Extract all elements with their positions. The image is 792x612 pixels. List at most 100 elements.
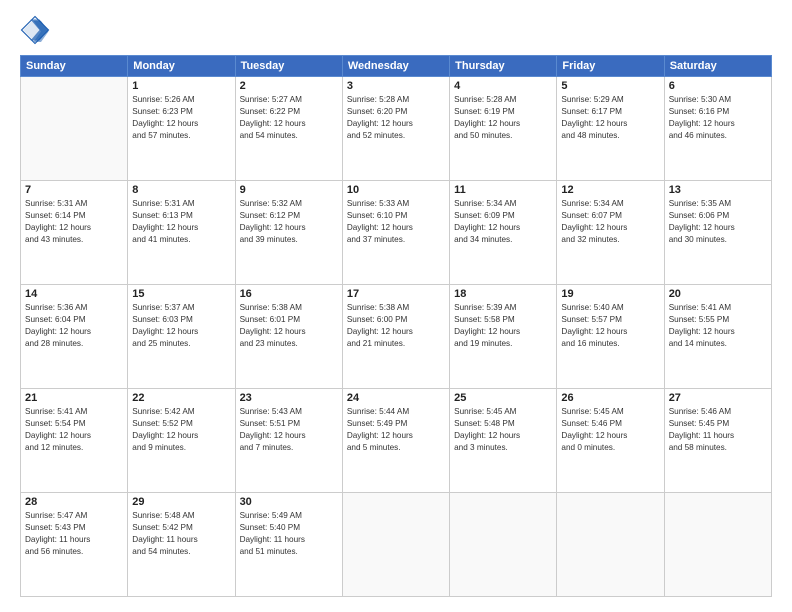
calendar-header-row: SundayMondayTuesdayWednesdayThursdayFrid… bbox=[21, 56, 772, 77]
calendar-cell: 14 Sunrise: 5:36 AMSunset: 6:04 PMDayligh… bbox=[21, 285, 128, 389]
day-number: 19 bbox=[561, 288, 659, 300]
day-info: Sunrise: 5:26 AMSunset: 6:23 PMDaylight:… bbox=[132, 94, 230, 142]
calendar-cell: 16 Sunrise: 5:38 AMSunset: 6:01 PMDayligh… bbox=[235, 285, 342, 389]
calendar-cell: 13 Sunrise: 5:35 AMSunset: 6:06 PMDayligh… bbox=[664, 181, 771, 285]
calendar-cell: 2 Sunrise: 5:27 AMSunset: 6:22 PMDaylight… bbox=[235, 77, 342, 181]
day-info: Sunrise: 5:44 AMSunset: 5:49 PMDaylight:… bbox=[347, 406, 445, 454]
day-info: Sunrise: 5:47 AMSunset: 5:43 PMDaylight:… bbox=[25, 510, 123, 558]
calendar-cell bbox=[342, 493, 449, 597]
calendar-cell: 5 Sunrise: 5:29 AMSunset: 6:17 PMDaylight… bbox=[557, 77, 664, 181]
calendar-cell: 9Sunrise: 5:32 AMSunset: 6:12 PMDaylight… bbox=[235, 181, 342, 285]
day-number: 18 bbox=[454, 288, 552, 300]
day-number: 21 bbox=[25, 392, 123, 404]
day-number: 14 bbox=[25, 288, 123, 300]
day-info: Sunrise: 5:45 AMSunset: 5:48 PMDaylight:… bbox=[454, 406, 552, 454]
day-info: Sunrise: 5:41 AMSunset: 5:55 PMDaylight:… bbox=[669, 302, 767, 350]
calendar-cell: 6 Sunrise: 5:30 AMSunset: 6:16 PMDaylight… bbox=[664, 77, 771, 181]
calendar-cell: 12 Sunrise: 5:34 AMSunset: 6:07 PMDayligh… bbox=[557, 181, 664, 285]
day-info: Sunrise: 5:37 AMSunset: 6:03 PMDaylight:… bbox=[132, 302, 230, 350]
calendar-cell: 24Sunrise: 5:44 AMSunset: 5:49 PMDayligh… bbox=[342, 389, 449, 493]
day-info: Sunrise: 5:38 AMSunset: 6:00 PMDaylight:… bbox=[347, 302, 445, 350]
day-number: 20 bbox=[669, 288, 767, 300]
calendar-cell: 29 Sunrise: 5:48 AMSunset: 5:42 PMDayligh… bbox=[128, 493, 235, 597]
day-info: Sunrise: 5:28 AMSunset: 6:20 PMDaylight:… bbox=[347, 94, 445, 142]
day-info: Sunrise: 5:30 AMSunset: 6:16 PMDaylight:… bbox=[669, 94, 767, 142]
calendar-cell: 7 Sunrise: 5:31 AMSunset: 6:14 PMDaylight… bbox=[21, 181, 128, 285]
calendar-week-row: 1Sunrise: 5:26 AMSunset: 6:23 PMDaylight… bbox=[21, 77, 772, 181]
day-info: Sunrise: 5:39 AMSunset: 5:58 PMDaylight:… bbox=[454, 302, 552, 350]
day-number: 16 bbox=[240, 288, 338, 300]
calendar-cell: 18 Sunrise: 5:39 AMSunset: 5:58 PMDayligh… bbox=[450, 285, 557, 389]
calendar-week-row: 7 Sunrise: 5:31 AMSunset: 6:14 PMDaylight… bbox=[21, 181, 772, 285]
calendar-cell: 11 Sunrise: 5:34 AMSunset: 6:09 PMDayligh… bbox=[450, 181, 557, 285]
day-number: 22 bbox=[132, 392, 230, 404]
calendar-cell bbox=[450, 493, 557, 597]
day-info: Sunrise: 5:34 AMSunset: 6:07 PMDaylight:… bbox=[561, 198, 659, 246]
day-info: Sunrise: 5:34 AMSunset: 6:09 PMDaylight:… bbox=[454, 198, 552, 246]
day-info: Sunrise: 5:32 AMSunset: 6:12 PMDaylight:… bbox=[240, 198, 338, 246]
calendar-header-thursday: Thursday bbox=[450, 56, 557, 77]
day-info: Sunrise: 5:29 AMSunset: 6:17 PMDaylight:… bbox=[561, 94, 659, 142]
day-number: 29 bbox=[132, 496, 230, 508]
day-number: 12 bbox=[561, 184, 659, 196]
day-number: 27 bbox=[669, 392, 767, 404]
calendar-header-tuesday: Tuesday bbox=[235, 56, 342, 77]
day-info: Sunrise: 5:38 AMSunset: 6:01 PMDaylight:… bbox=[240, 302, 338, 350]
day-info: Sunrise: 5:27 AMSunset: 6:22 PMDaylight:… bbox=[240, 94, 338, 142]
calendar-cell: 15 Sunrise: 5:37 AMSunset: 6:03 PMDayligh… bbox=[128, 285, 235, 389]
day-number: 15 bbox=[132, 288, 230, 300]
calendar-week-row: 14 Sunrise: 5:36 AMSunset: 6:04 PMDayligh… bbox=[21, 285, 772, 389]
calendar-cell: 23Sunrise: 5:43 AMSunset: 5:51 PMDayligh… bbox=[235, 389, 342, 493]
day-number: 30 bbox=[240, 496, 338, 508]
day-info: Sunrise: 5:28 AMSunset: 6:19 PMDaylight:… bbox=[454, 94, 552, 142]
calendar-cell: 3 Sunrise: 5:28 AMSunset: 6:20 PMDaylight… bbox=[342, 77, 449, 181]
calendar: SundayMondayTuesdayWednesdayThursdayFrid… bbox=[20, 55, 772, 597]
calendar-header-monday: Monday bbox=[128, 56, 235, 77]
calendar-cell: 19 Sunrise: 5:40 AMSunset: 5:57 PMDayligh… bbox=[557, 285, 664, 389]
calendar-cell: 8 Sunrise: 5:31 AMSunset: 6:13 PMDaylight… bbox=[128, 181, 235, 285]
header bbox=[20, 15, 772, 45]
page: SundayMondayTuesdayWednesdayThursdayFrid… bbox=[0, 0, 792, 612]
calendar-cell: 30 Sunrise: 5:49 AMSunset: 5:40 PMDayligh… bbox=[235, 493, 342, 597]
day-number: 8 bbox=[132, 184, 230, 196]
day-info: Sunrise: 5:45 AMSunset: 5:46 PMDaylight:… bbox=[561, 406, 659, 454]
calendar-cell bbox=[664, 493, 771, 597]
calendar-cell: 4 Sunrise: 5:28 AMSunset: 6:19 PMDaylight… bbox=[450, 77, 557, 181]
day-number: 6 bbox=[669, 80, 767, 92]
day-info: Sunrise: 5:35 AMSunset: 6:06 PMDaylight:… bbox=[669, 198, 767, 246]
day-info: Sunrise: 5:49 AMSunset: 5:40 PMDaylight:… bbox=[240, 510, 338, 558]
calendar-header-saturday: Saturday bbox=[664, 56, 771, 77]
day-number: 28 bbox=[25, 496, 123, 508]
calendar-week-row: 28 Sunrise: 5:47 AMSunset: 5:43 PMDayligh… bbox=[21, 493, 772, 597]
day-info: Sunrise: 5:40 AMSunset: 5:57 PMDaylight:… bbox=[561, 302, 659, 350]
day-info: Sunrise: 5:36 AMSunset: 6:04 PMDaylight:… bbox=[25, 302, 123, 350]
day-number: 11 bbox=[454, 184, 552, 196]
day-number: 10 bbox=[347, 184, 445, 196]
day-number: 5 bbox=[561, 80, 659, 92]
day-number: 2 bbox=[240, 80, 338, 92]
calendar-cell: 10 Sunrise: 5:33 AMSunset: 6:10 PMDayligh… bbox=[342, 181, 449, 285]
calendar-week-row: 21Sunrise: 5:41 AMSunset: 5:54 PMDayligh… bbox=[21, 389, 772, 493]
calendar-cell: 26Sunrise: 5:45 AMSunset: 5:46 PMDayligh… bbox=[557, 389, 664, 493]
calendar-header-friday: Friday bbox=[557, 56, 664, 77]
day-info: Sunrise: 5:48 AMSunset: 5:42 PMDaylight:… bbox=[132, 510, 230, 558]
day-info: Sunrise: 5:33 AMSunset: 6:10 PMDaylight:… bbox=[347, 198, 445, 246]
day-number: 13 bbox=[669, 184, 767, 196]
logo-icon bbox=[20, 15, 50, 45]
day-info: Sunrise: 5:31 AMSunset: 6:13 PMDaylight:… bbox=[132, 198, 230, 246]
day-info: Sunrise: 5:31 AMSunset: 6:14 PMDaylight:… bbox=[25, 198, 123, 246]
calendar-cell bbox=[557, 493, 664, 597]
day-number: 7 bbox=[25, 184, 123, 196]
calendar-header-sunday: Sunday bbox=[21, 56, 128, 77]
logo bbox=[20, 15, 54, 45]
calendar-cell: 25 Sunrise: 5:45 AMSunset: 5:48 PMDayligh… bbox=[450, 389, 557, 493]
day-number: 3 bbox=[347, 80, 445, 92]
calendar-cell: 21Sunrise: 5:41 AMSunset: 5:54 PMDayligh… bbox=[21, 389, 128, 493]
calendar-cell: 17Sunrise: 5:38 AMSunset: 6:00 PMDayligh… bbox=[342, 285, 449, 389]
calendar-cell: 27 Sunrise: 5:46 AMSunset: 5:45 PMDayligh… bbox=[664, 389, 771, 493]
calendar-cell: 22 Sunrise: 5:42 AMSunset: 5:52 PMDayligh… bbox=[128, 389, 235, 493]
day-info: Sunrise: 5:46 AMSunset: 5:45 PMDaylight:… bbox=[669, 406, 767, 454]
day-number: 25 bbox=[454, 392, 552, 404]
day-info: Sunrise: 5:42 AMSunset: 5:52 PMDaylight:… bbox=[132, 406, 230, 454]
day-number: 4 bbox=[454, 80, 552, 92]
